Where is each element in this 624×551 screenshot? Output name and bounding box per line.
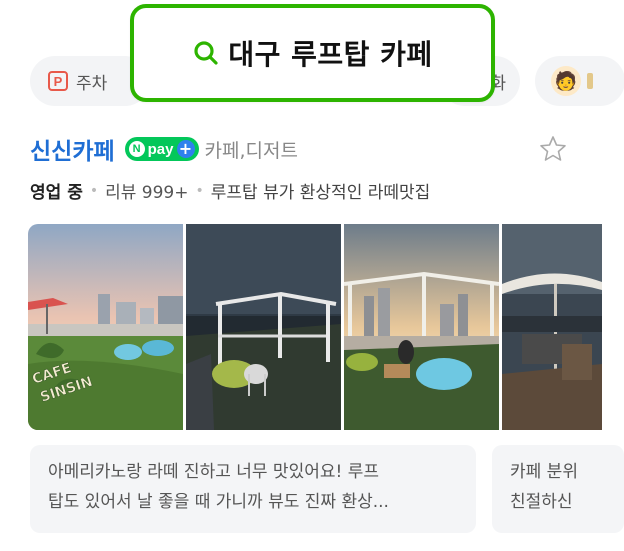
rooftop-umbrella-image: [502, 224, 602, 430]
place-title-row: 신신카페 N pay + 카페,디저트: [30, 132, 298, 166]
npay-badge: N pay +: [124, 137, 199, 161]
rooftop-city-sunset-image: [344, 224, 499, 430]
search-box[interactable]: 대구 루프탑 카페: [130, 4, 495, 102]
review-snippet-card[interactable]: 아메리카노랑 라떼 진하고 너무 맛있어요! 루프 탑도 있어서 날 좋을 때 …: [30, 445, 476, 533]
place-photo-3[interactable]: [344, 224, 499, 430]
place-category: 카페,디저트: [204, 139, 298, 162]
separator-dot: •: [195, 182, 204, 199]
filter-chip-parking-label: 주차: [76, 73, 108, 94]
review-snippet-card[interactable]: 카페 분위 친절하신: [492, 445, 624, 533]
parking-icon: P: [48, 71, 68, 91]
separator-dot: •: [89, 182, 99, 199]
photo-strip: CAFE SINSIN: [28, 224, 624, 430]
review-snippet-line: 친절하신: [510, 492, 573, 512]
place-name-link[interactable]: 신신카페: [30, 132, 115, 166]
npay-label: pay: [147, 140, 174, 158]
chef-icon: 🧑: [551, 66, 581, 96]
place-photo-1[interactable]: CAFE SINSIN: [28, 224, 183, 430]
chip-label-fragment: [587, 73, 593, 89]
filter-chip-chef[interactable]: 🧑: [535, 56, 624, 106]
search-icon: [194, 41, 218, 65]
place-description: 루프탑 뷰가 환상적인 라떼맛집: [210, 183, 431, 203]
review-snippet-line: 카페 분위: [510, 462, 578, 482]
place-photo-4[interactable]: [502, 224, 602, 430]
place-photo-2[interactable]: [186, 224, 341, 430]
star-icon[interactable]: [538, 134, 568, 164]
place-info-row: 영업 중 • 리뷰 999+ • 루프탑 뷰가 환상적인 라떼맛집: [30, 178, 431, 204]
review-snippet-line: 아메리카노랑 라떼 진하고 너무 맛있어요! 루프: [48, 462, 379, 482]
rooftop-sunset-image: CAFE SINSIN: [28, 224, 183, 430]
search-query: 대구 루프탑 카페: [228, 38, 433, 71]
business-status: 영업 중: [30, 183, 83, 203]
review-count[interactable]: 리뷰 999+: [105, 178, 188, 203]
npay-plus-icon: +: [176, 140, 195, 158]
npay-n-icon: N: [128, 141, 145, 157]
review-snippet-line: 탑도 있어서 날 좋을 때 가니까 뷰도 진짜 환상...: [48, 492, 389, 512]
rooftop-night-gazebo-image: [186, 224, 341, 430]
